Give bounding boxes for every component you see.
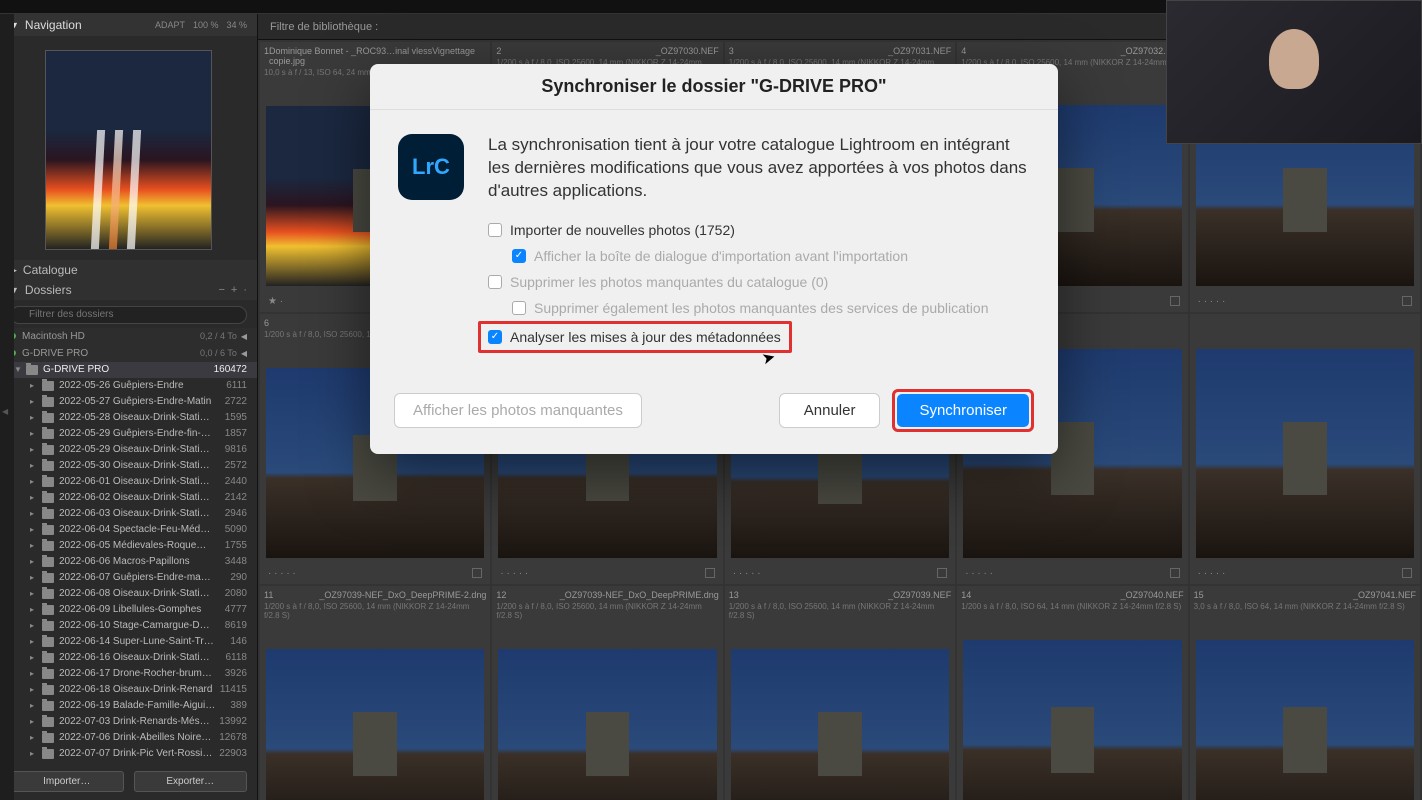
option-import-new[interactable]: Importer de nouvelles photos (1752) [488,217,1030,243]
synchronize-button[interactable]: Synchroniser [897,394,1029,427]
cancel-button[interactable]: Annuler [779,393,881,428]
option-remove-missing[interactable]: Supprimer les photos manquantes du catal… [488,269,1030,295]
checkbox-icon[interactable] [512,301,526,315]
highlight-frame: Synchroniser [892,389,1034,432]
option-label: Supprimer également les photos manquante… [534,300,989,316]
dialog-title: Synchroniser le dossier "G-DRIVE PRO" [370,64,1058,109]
show-missing-button[interactable]: Afficher les photos manquantes [394,393,642,428]
checkbox-checked-icon[interactable] [512,249,526,263]
option-show-import-dialog[interactable]: Afficher la boîte de dialogue d'importat… [488,243,1030,269]
option-label: Analyser les mises à jour des métadonnée… [510,329,781,345]
option-label: Supprimer les photos manquantes du catal… [510,274,828,290]
checkbox-checked-icon[interactable] [488,330,502,344]
dialog-description: La synchronisation tient à jour votre ca… [488,134,1030,203]
option-label: Afficher la boîte de dialogue d'importat… [534,248,908,264]
option-scan-metadata[interactable]: Analyser les mises à jour des métadonnée… [478,321,792,353]
webcam-overlay [1166,0,1422,144]
checkbox-icon[interactable] [488,223,502,237]
checkbox-icon[interactable] [488,275,502,289]
option-remove-missing-publish[interactable]: Supprimer également les photos manquante… [488,295,1030,321]
sync-folder-dialog: Synchroniser le dossier "G-DRIVE PRO" Lr… [370,64,1058,454]
lightroom-classic-icon: LrC [398,134,464,200]
option-label: Importer de nouvelles photos (1752) [510,222,735,238]
